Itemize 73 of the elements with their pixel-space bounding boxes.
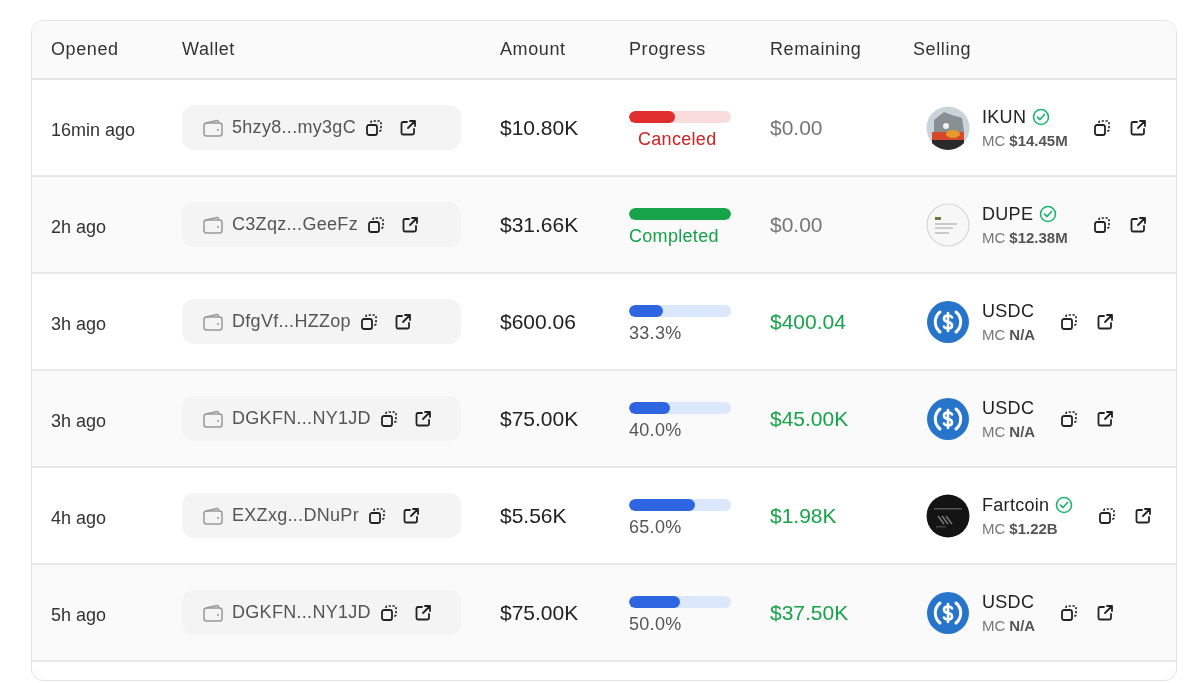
progress-label: Completed [629, 226, 719, 247]
copy-icon[interactable] [365, 214, 386, 235]
time-text: 2h ago [51, 216, 108, 238]
external-link-icon[interactable] [1095, 408, 1116, 429]
external-link-icon[interactable] [1133, 505, 1154, 526]
wallet-icon [202, 602, 224, 623]
column-header: Amount [500, 39, 567, 60]
progress-label: 50.0% [629, 614, 682, 635]
wallet-address: EXZxg...DNuPr [232, 505, 359, 526]
wallet-address: 5hzy8...my3gC [232, 117, 356, 138]
copy-icon[interactable] [1091, 117, 1112, 138]
token-name: DUPE [982, 203, 1034, 225]
column-header: Selling [913, 39, 973, 60]
amount-text: $5.56K [500, 503, 568, 528]
dollar-coin-icon [926, 299, 970, 344]
remaining-amount: $37.50K [770, 600, 850, 625]
copy-icon[interactable] [1059, 311, 1080, 332]
market-cap-text: MC N/A [982, 616, 1036, 634]
progress-label: 33.3% [629, 323, 682, 344]
remaining-amount: $1.98K [770, 503, 838, 528]
dollar-coin-icon [926, 396, 970, 441]
progress-label: Canceled [638, 129, 717, 150]
copy-icon[interactable] [358, 311, 379, 332]
time-text: 16min ago [51, 119, 137, 141]
external-link-icon[interactable] [1095, 311, 1116, 332]
token-name: USDC [982, 591, 1035, 613]
wallet-icon [202, 117, 224, 138]
copy-icon[interactable] [363, 117, 384, 138]
remaining-amount: $0.00 [770, 212, 824, 237]
wallet-address: DfgVf...HZZop [232, 311, 351, 332]
amount-text: $75.00K [500, 600, 580, 625]
wallet-icon [202, 505, 224, 526]
column-header: Progress [629, 39, 707, 60]
copy-icon[interactable] [1097, 505, 1118, 526]
token-name: Fartcoin [982, 494, 1050, 516]
token-name: USDC [982, 300, 1035, 322]
amount-text: $10.80K [500, 115, 580, 140]
market-cap-text: MC N/A [982, 325, 1036, 343]
column-header: Wallet [182, 39, 236, 60]
token-name: USDC [982, 397, 1035, 419]
copy-icon[interactable] [378, 602, 399, 623]
time-text: 4h ago [51, 507, 108, 529]
time-text: 3h ago [51, 410, 108, 432]
amount-text: $600.06 [500, 309, 577, 334]
remaining-amount: $0.00 [770, 115, 824, 140]
progress-label: 65.0% [629, 517, 682, 538]
external-link-icon[interactable] [1095, 602, 1116, 623]
wallet-address: C3Zqz...GeeFz [232, 214, 358, 235]
market-cap-text: MC $12.38M [982, 228, 1068, 246]
dollar-coin-icon [926, 590, 970, 635]
market-cap-text: MC $1.22B [982, 519, 1059, 537]
progress-label: 40.0% [629, 420, 682, 441]
copy-icon[interactable] [1059, 408, 1080, 429]
amount-text: $75.00K [500, 406, 580, 431]
copy-icon[interactable] [1091, 214, 1112, 235]
column-header: Opened [51, 39, 120, 60]
remaining-amount: $400.04 [770, 309, 847, 334]
wallet-address: DGKFN...NY1JD [232, 602, 371, 623]
copy-icon[interactable] [378, 408, 399, 429]
copy-icon[interactable] [366, 505, 387, 526]
time-text: 5h ago [51, 604, 108, 626]
amount-text: $31.66K [500, 212, 580, 237]
remaining-amount: $45.00K [770, 406, 850, 431]
wallet-icon [202, 408, 224, 429]
market-cap-text: MC N/A [982, 422, 1036, 440]
column-header: Remaining [770, 39, 863, 60]
market-cap-text: MC $14.45M [982, 131, 1068, 149]
copy-icon[interactable] [1059, 602, 1080, 623]
token-name: IKUN [982, 106, 1027, 128]
wallet-address: DGKFN...NY1JD [232, 408, 371, 429]
time-text: 3h ago [51, 313, 108, 335]
wallet-icon [202, 311, 224, 332]
wallet-icon [202, 214, 224, 235]
